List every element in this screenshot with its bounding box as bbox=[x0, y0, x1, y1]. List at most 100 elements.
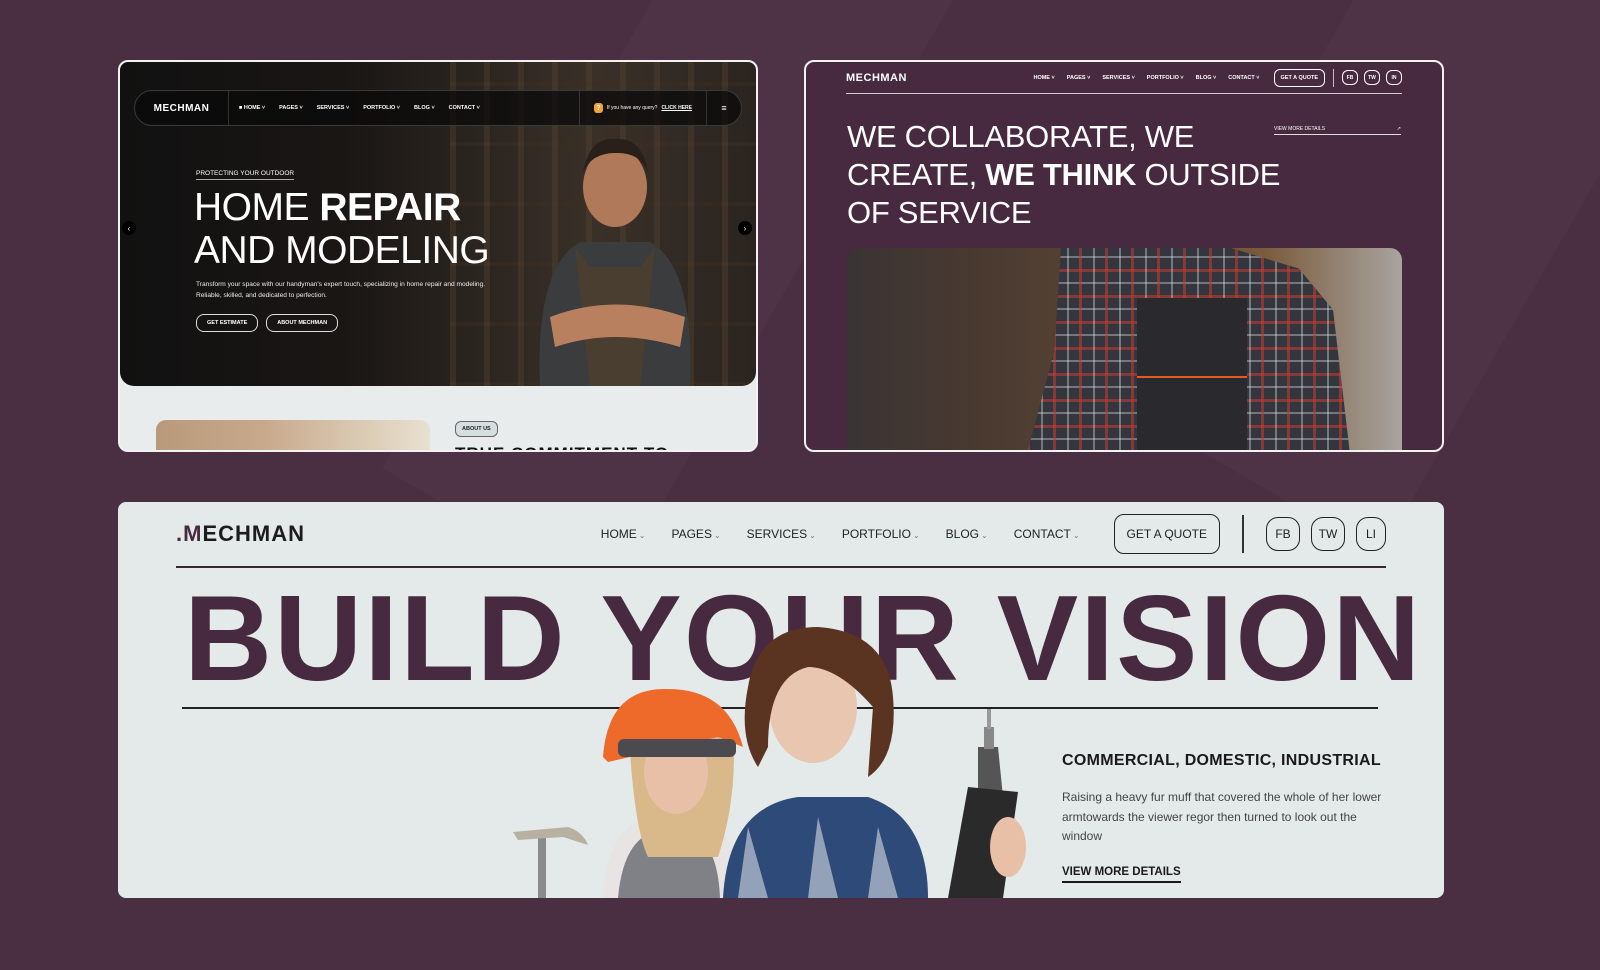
preview-card-light: .MECHMAN HOME ⌄ PAGES ⌄ SERVICES ⌄ PORTFOLI… bbox=[118, 502, 1444, 898]
title-line-2c: OUTSIDE bbox=[1136, 157, 1281, 192]
social-links: FB TW LI bbox=[1266, 517, 1386, 551]
nav-menu: HOME ˅ PAGES ˅ SERVICES ˅ PORTFOLIO ˅ BL… bbox=[1033, 75, 1259, 81]
linkedin-link[interactable]: IN bbox=[1386, 70, 1402, 85]
title-line-2a: CREATE, bbox=[847, 157, 986, 192]
nav-item-home[interactable]: HOME ˅ bbox=[1033, 75, 1054, 81]
facebook-link[interactable]: FB bbox=[1266, 517, 1300, 551]
nav-item-label: PAGES bbox=[671, 527, 712, 541]
handyman-image bbox=[539, 138, 691, 386]
about-mechman-button[interactable]: ABOUT MECHMAN bbox=[266, 314, 339, 332]
divider bbox=[1333, 68, 1334, 87]
chevron-down-icon: ⌄ bbox=[809, 531, 816, 540]
twitter-link[interactable]: TW bbox=[1311, 517, 1345, 551]
nav-item-label: SERVICES bbox=[746, 527, 808, 541]
nav-item-label: BLOG bbox=[1195, 74, 1212, 81]
nav-item-services[interactable]: SERVICES ˅ bbox=[1102, 75, 1134, 81]
query-callout: ? If you have any query? CLICK HERE bbox=[578, 91, 707, 125]
chevron-right-icon[interactable]: › bbox=[738, 221, 752, 235]
hero-title-bold: REPAIR bbox=[319, 186, 461, 229]
nav-item-label: PORTFOLIO bbox=[841, 527, 911, 541]
social-links: FB TW IN bbox=[1342, 70, 1402, 85]
nav-item-blog[interactable]: BLOG ˅ bbox=[1196, 75, 1217, 81]
hero-description: Transform your space with our handyman's… bbox=[196, 281, 486, 299]
nav-item-label: CONTACT bbox=[1013, 527, 1071, 541]
nav-item-label: CONTACT bbox=[448, 105, 476, 111]
logo[interactable]: MECHMAN bbox=[135, 91, 229, 125]
query-text: If you have any query? bbox=[606, 105, 658, 111]
nav-item-label: HOME bbox=[1033, 74, 1050, 81]
nav-item-label: SERVICES bbox=[1102, 74, 1131, 81]
nav-item-home[interactable]: HOME ⌄ bbox=[601, 527, 646, 541]
nav-item-blog[interactable]: BLOG ⌄ bbox=[946, 527, 988, 541]
nav-menu: HOME ⌄ PAGES ⌄ SERVICES ⌄ PORTFOLIO ⌄ BLOG ⌄ … bbox=[601, 527, 1080, 541]
top-navigation: .MECHMAN HOME ⌄ PAGES ⌄ SERVICES ⌄ PORTFOLI… bbox=[176, 502, 1386, 568]
chevron-down-icon: ⌄ bbox=[1072, 531, 1080, 540]
question-bubble-icon: ? bbox=[593, 103, 603, 113]
view-more-label: VIEW MORE DETAILS bbox=[1274, 126, 1326, 132]
chevron-down-icon: ⌄ bbox=[981, 531, 988, 540]
nav-item-contact[interactable]: CONTACT ˅ bbox=[1228, 75, 1259, 81]
chevron-left-icon[interactable]: ‹ bbox=[122, 221, 136, 235]
logo[interactable]: .MECHMAN bbox=[176, 521, 305, 547]
nav-item-label: BLOG bbox=[945, 527, 980, 541]
nav-item-pages[interactable]: PAGES ˅ bbox=[279, 105, 303, 111]
services-title: COMMERCIAL, DOMESTIC, INDUSTRIAL bbox=[1062, 752, 1381, 769]
about-us-badge: ABOUT US bbox=[455, 421, 498, 437]
chevron-down-icon: ⌄ bbox=[912, 531, 920, 540]
about-title: TRUE COMMITMENT TO bbox=[455, 444, 669, 450]
title-line-3: OF SERVICE bbox=[847, 195, 1032, 230]
twitter-link[interactable]: TW bbox=[1364, 70, 1380, 85]
preview-card-purple: MECHMAN HOME ˅ PAGES ˅ SERVICES ˅ PORTFO… bbox=[804, 60, 1444, 452]
services-description: Raising a heavy fur muff that covered th… bbox=[1062, 790, 1382, 843]
nav-item-pages[interactable]: PAGES ˅ bbox=[1067, 75, 1091, 81]
hero-title-light: HOME bbox=[194, 186, 320, 229]
linkedin-link[interactable]: LI bbox=[1356, 517, 1386, 551]
view-more-details-link[interactable]: VIEW MORE DETAILS ↗ bbox=[1274, 126, 1401, 135]
title-line-2-bold: WE THINK bbox=[985, 157, 1137, 192]
about-image bbox=[156, 420, 430, 450]
carpenter-image bbox=[847, 248, 1402, 450]
title-line-1: WE COLLABORATE, WE bbox=[847, 119, 1195, 154]
nav-menu: ■ HOME ˅ PAGES ˅ SERVICES ˅ PORTFOLIO ˅ … bbox=[229, 105, 480, 111]
get-quote-button[interactable]: GET A QUOTE bbox=[1273, 68, 1325, 87]
hero-banner: MECHMAN ■ HOME ˅ PAGES ˅ SERVICES ˅ PORT… bbox=[120, 62, 756, 386]
nav-item-label: PORTFOLIO bbox=[1146, 74, 1179, 81]
top-navigation: MECHMAN ■ HOME ˅ PAGES ˅ SERVICES ˅ PORT… bbox=[134, 90, 742, 126]
hero-title-line-2: AND MODELING bbox=[194, 229, 490, 272]
nav-item-blog[interactable]: BLOG ˅ bbox=[414, 105, 435, 111]
get-quote-button[interactable]: GET A QUOTE bbox=[1113, 514, 1220, 554]
nav-item-pages[interactable]: PAGES ⌄ bbox=[671, 527, 720, 541]
apron-shape bbox=[1137, 298, 1247, 450]
preview-card-dark-hero: MECHMAN ■ HOME ˅ PAGES ˅ SERVICES ˅ PORT… bbox=[118, 60, 758, 452]
nav-item-label: HOME bbox=[600, 527, 637, 541]
nav-item-portfolio[interactable]: PORTFOLIO ˅ bbox=[363, 105, 400, 111]
nav-item-contact[interactable]: CONTACT ⌄ bbox=[1014, 527, 1080, 541]
nav-item-services[interactable]: SERVICES ⌄ bbox=[747, 527, 816, 541]
get-estimate-button[interactable]: GET ESTIMATE bbox=[196, 314, 259, 332]
hero-title: WE COLLABORATE, WE CREATE, WE THINK OUTS… bbox=[847, 118, 1280, 232]
top-navigation: MECHMAN HOME ˅ PAGES ˅ SERVICES ˅ PORTFO… bbox=[846, 62, 1402, 94]
nav-item-portfolio[interactable]: PORTFOLIO ⌄ bbox=[842, 527, 920, 541]
nav-item-label: PAGES bbox=[279, 105, 298, 111]
click-here-link[interactable]: CLICK HERE bbox=[661, 105, 692, 111]
nav-item-label: PAGES bbox=[1066, 74, 1086, 81]
logo-text: ECHMAN bbox=[202, 521, 306, 546]
facebook-link[interactable]: FB bbox=[1342, 70, 1358, 85]
nav-item-portfolio[interactable]: PORTFOLIO ˅ bbox=[1147, 75, 1184, 81]
hero-buttons: GET ESTIMATE ABOUT MECHMAN bbox=[196, 314, 339, 332]
hero-eyebrow: PROTECTING YOUR OUTDOOR bbox=[196, 170, 295, 180]
nav-item-services[interactable]: SERVICES ˅ bbox=[317, 105, 349, 111]
nav-item-label: HOME bbox=[243, 105, 261, 111]
hamburger-icon[interactable]: ≡ bbox=[707, 103, 741, 113]
arrow-up-right-icon: ↗ bbox=[1396, 126, 1401, 132]
nav-item-label: SERVICES bbox=[316, 105, 345, 111]
view-more-details-link[interactable]: VIEW MORE DETAILS bbox=[1062, 866, 1181, 883]
nav-item-contact[interactable]: CONTACT ˅ bbox=[449, 105, 480, 111]
logo-mark: .M bbox=[176, 521, 203, 546]
chevron-down-icon: ⌄ bbox=[713, 531, 721, 540]
logo[interactable]: MECHMAN bbox=[846, 72, 907, 84]
nav-item-home[interactable]: ■ HOME ˅ bbox=[239, 105, 265, 111]
chevron-down-icon: ⌄ bbox=[638, 531, 646, 540]
nav-item-label: BLOG bbox=[414, 105, 430, 111]
nav-item-label: PORTFOLIO bbox=[363, 105, 396, 111]
